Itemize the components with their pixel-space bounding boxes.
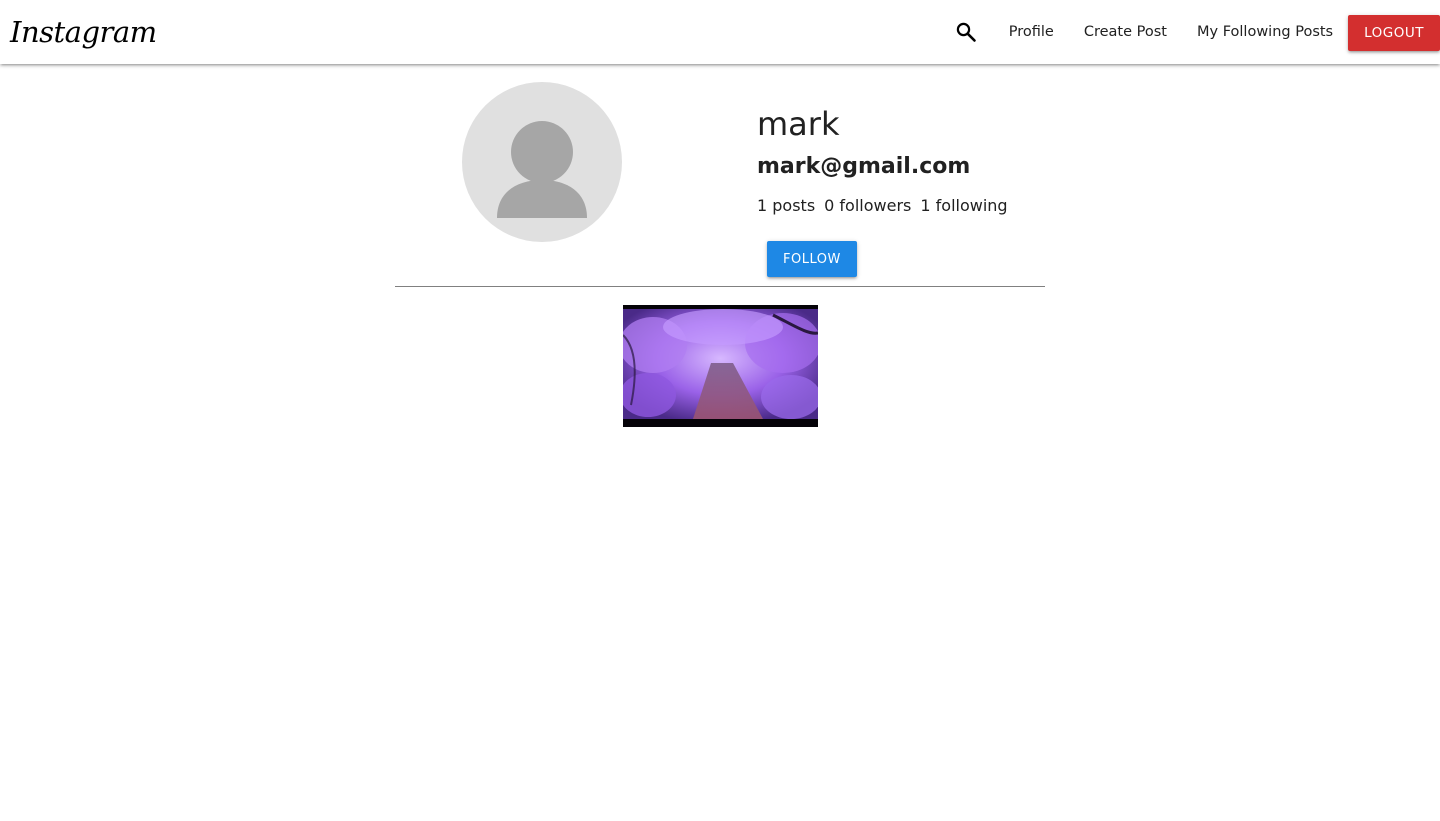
nav-link-create-post[interactable]: Create Post [1069, 0, 1182, 64]
nav-menu: Profile Create Post My Following Posts L… [954, 0, 1440, 64]
brand-logo[interactable]: Instagram [10, 8, 157, 56]
following-count: 1 following [920, 196, 1008, 215]
logout-button[interactable]: LOGOUT [1348, 14, 1440, 51]
search-icon[interactable] [954, 20, 978, 44]
post-image [622, 305, 818, 427]
posts-count: 1 posts [757, 196, 816, 215]
follow-button[interactable]: FOLLOW [767, 241, 857, 277]
profile-info: mark mark@gmail.com 1 posts 0 followers … [757, 104, 1017, 215]
nav-link-following-posts[interactable]: My Following Posts [1182, 0, 1348, 64]
profile-page: mark mark@gmail.com 1 posts 0 followers … [395, 64, 1045, 427]
post-thumbnail[interactable] [622, 305, 818, 427]
profile-avatar [462, 82, 622, 242]
profile-stats: 1 posts 0 followers 1 following [757, 196, 1017, 215]
profile-username: mark [757, 105, 840, 143]
profile-email: mark@gmail.com [757, 154, 971, 179]
followers-count: 0 followers [824, 196, 912, 215]
post-gallery [395, 305, 1045, 427]
profile-header: mark mark@gmail.com 1 posts 0 followers … [395, 64, 1045, 287]
navbar: Instagram Profile Create Post My Followi… [0, 0, 1440, 64]
nav-link-profile[interactable]: Profile [994, 0, 1069, 64]
default-avatar-icon [497, 121, 587, 218]
